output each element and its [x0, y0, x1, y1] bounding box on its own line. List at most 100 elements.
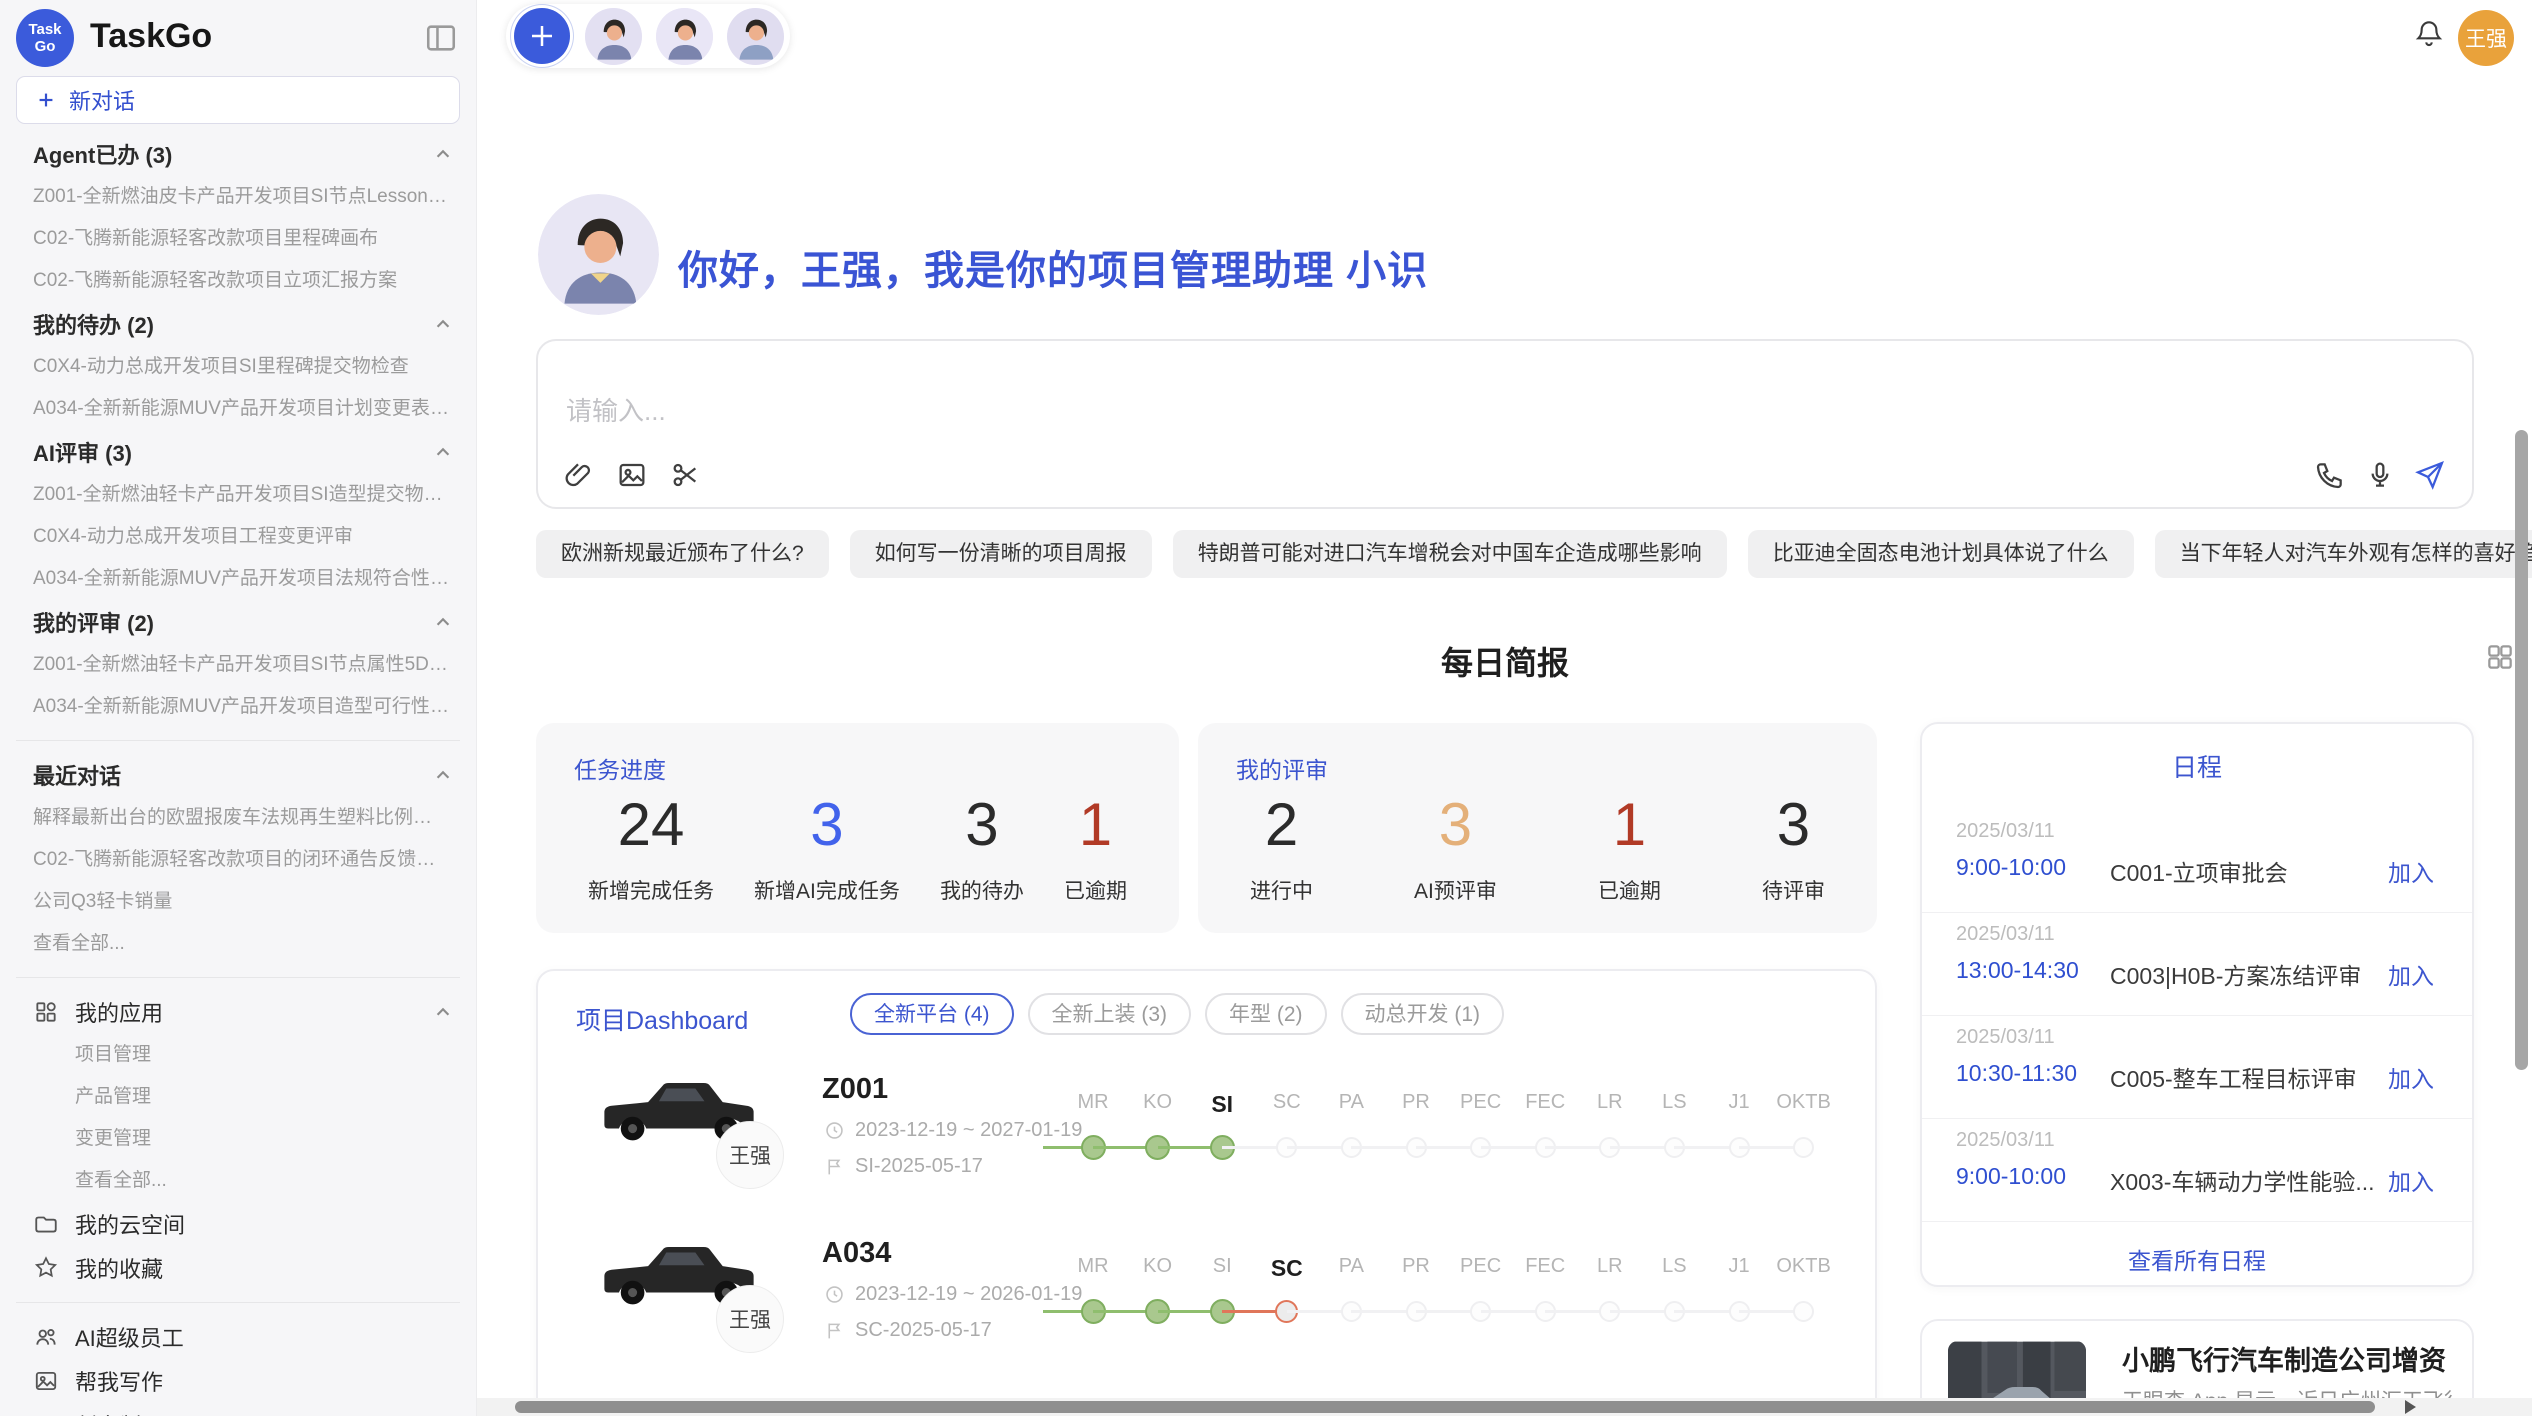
stat-value: 3 — [1762, 789, 1825, 861]
stat-value: 3 — [1414, 789, 1497, 861]
horizontal-scrollbar-thumb[interactable] — [515, 1401, 2375, 1413]
composer-placeholder: 请输入... — [566, 391, 666, 428]
conversation-item[interactable]: A034-全新新能源MUV产品开发项目造型可行性评审 — [16, 686, 460, 728]
project-owner-badge: 王强 — [716, 1121, 784, 1189]
new-chat-button[interactable]: 新对话 — [16, 76, 460, 124]
chevron-up-icon — [430, 609, 456, 635]
event-time: 9:00-10:00 — [1956, 854, 2066, 881]
suggestion-chip[interactable]: 如何写一份清晰的项目周报 — [850, 530, 1152, 578]
app-sub-item[interactable]: 产品管理 — [16, 1076, 460, 1118]
recent-conversation-item[interactable]: 解释最新出台的欧盟报废车法规再生塑料比例被调至15%... — [16, 797, 460, 839]
suggestion-chip[interactable]: 特朗普可能对进口汽车增税会对中国车企造成哪些影响 — [1173, 530, 1727, 578]
sidebar-section-0: Agent已办 (3) — [16, 132, 460, 176]
sidebar-link-0[interactable]: 我的云空间 — [16, 1202, 460, 1246]
join-link[interactable]: 加入 — [2388, 957, 2434, 991]
conversation-item[interactable]: C0X4-动力总成开发项目SI里程碑提交物检查 — [16, 346, 460, 388]
send-icon[interactable] — [2414, 459, 2446, 491]
event-title: C001-立项审批会 — [2110, 854, 2288, 888]
project-code[interactable]: A034 — [822, 1237, 891, 1270]
stat-card-title: 任务进度 — [574, 751, 1179, 785]
dashboard-tab[interactable]: 动总开发 (1) — [1341, 993, 1505, 1035]
scroll-right-arrow-icon[interactable] — [2405, 1400, 2416, 1414]
conversation-item[interactable]: C0X4-动力总成开发项目工程变更评审 — [16, 516, 460, 558]
schedule-title: 日程 — [1922, 748, 2472, 784]
conversation-item[interactable]: Z001-全新燃油轻卡产品开发项目SI节点属性5D文件评审 — [16, 644, 460, 686]
sidebar-section-1-label: 我的待办 (2) — [33, 308, 154, 340]
sidebar-tool-1[interactable]: 帮我写作 — [16, 1359, 460, 1403]
join-link[interactable]: 加入 — [2388, 1060, 2434, 1094]
stat-value: 24 — [588, 789, 714, 861]
app-sub-item[interactable]: 查看全部... — [16, 1160, 460, 1202]
app-sub-item[interactable]: 项目管理 — [16, 1034, 460, 1076]
sidebar-section-3-label: 我的评审 (2) — [33, 606, 154, 638]
suggestion-chip[interactable]: 比亚迪全固态电池计划具体说了什么 — [1748, 530, 2134, 578]
vertical-scrollbar-thumb[interactable] — [2515, 430, 2528, 1070]
stat-item: 3我的待办 — [940, 789, 1024, 905]
dashboard-tabs: 全新平台 (4) 全新上装 (3) 年型 (2) 动总开发 (1) — [850, 993, 1504, 1035]
stat-value: 2 — [1250, 789, 1313, 861]
task-progress-card: 任务进度24新增完成任务3新增AI完成任务3我的待办1已逾期 — [536, 723, 1179, 933]
session-avatar[interactable] — [656, 8, 713, 65]
app-sub-item[interactable]: 变更管理 — [16, 1118, 460, 1160]
conversation-item[interactable]: Z001-全新燃油轻卡产品开发项目SI造型提交物评审 — [16, 474, 460, 516]
plus-icon — [527, 21, 557, 51]
logo-line2: Go — [35, 38, 56, 55]
recent-conversation-item[interactable]: C02-飞腾新能源轻客改款项目的闭环通告反馈情况 — [16, 839, 460, 881]
flag-icon — [824, 1156, 845, 1177]
stat-label: 进行中 — [1250, 875, 1313, 905]
milestone-dot[interactable] — [1793, 1301, 1814, 1322]
app-logo: Task Go — [16, 9, 74, 67]
dashboard-tab[interactable]: 全新平台 (4) — [850, 993, 1014, 1035]
sidebar-tool-label: 帮我写作 — [75, 1365, 456, 1397]
conversation-item[interactable]: A034-全新新能源MUV产品开发项目法规符合性评审 — [16, 558, 460, 600]
chevron-up-icon — [430, 439, 456, 465]
conversation-item[interactable]: Z001-全新燃油皮卡产品开发项目SI节点Lesson Learn报告 — [16, 176, 460, 218]
milestone-dot[interactable] — [1793, 1137, 1814, 1158]
session-avatar[interactable] — [727, 8, 784, 65]
sidebar: Task Go TaskGo 新对话 Agent已办 (3)Z001-全新燃油皮… — [0, 0, 477, 1416]
phone-icon[interactable] — [2314, 459, 2346, 491]
conversation-item[interactable]: C02-飞腾新能源轻客改款项目里程碑画布 — [16, 218, 460, 260]
join-link[interactable]: 加入 — [2388, 1163, 2434, 1197]
dashboard-tab[interactable]: 年型 (2) — [1205, 993, 1327, 1035]
image-icon[interactable] — [616, 459, 648, 491]
grid-icon[interactable] — [2484, 641, 2516, 673]
sidebar-item-my-apps[interactable]: 我的应用 — [16, 990, 460, 1034]
project-code[interactable]: Z001 — [822, 1073, 888, 1106]
mic-icon[interactable] — [2364, 459, 2396, 491]
join-link[interactable]: 加入 — [2388, 854, 2434, 888]
recent-conversation-item[interactable]: 公司Q3轻卡销量 — [16, 881, 460, 923]
scissors-icon[interactable] — [670, 459, 702, 491]
dashboard-tab[interactable]: 全新上装 (3) — [1028, 993, 1192, 1035]
my-apps-label: 我的应用 — [75, 996, 414, 1028]
sidebar-section-1: 我的待办 (2) — [16, 302, 460, 346]
horizontal-scrollbar[interactable] — [477, 1398, 2532, 1416]
collapse-sidebar-icon[interactable] — [424, 21, 458, 55]
paperclip-icon[interactable] — [562, 459, 594, 491]
stat-label: 新增AI完成任务 — [754, 875, 900, 905]
bell-icon[interactable] — [2413, 17, 2445, 49]
suggestion-chip[interactable]: 欧洲新规最近颁布了什么? — [536, 530, 829, 578]
sidebar-link-1[interactable]: 我的收藏 — [16, 1246, 460, 1290]
conversation-item[interactable]: A034-全新新能源MUV产品开发项目计划变更表编写 — [16, 388, 460, 430]
recent-conversation-item[interactable]: 查看全部... — [16, 923, 460, 965]
sidebar-tool-0[interactable]: AI超级员工 — [16, 1315, 460, 1359]
sidebar-section-2-label: AI评审 (3) — [33, 436, 132, 468]
sidebar-tool-2[interactable]: 创意制图 — [16, 1403, 460, 1416]
event-title: C003|H0B-方案冻结评审 — [2110, 957, 2361, 991]
schedule-event-row: 2025/03/1113:00-14:30C003|H0B-方案冻结评审加入 — [1922, 913, 2472, 1016]
event-time: 13:00-14:30 — [1956, 957, 2079, 984]
milestone-label: OKTB — [1764, 1091, 1844, 1114]
chat-composer[interactable]: 请输入... — [536, 339, 2474, 509]
view-all-schedule-link[interactable]: 查看所有日程 — [1922, 1242, 2472, 1276]
user-avatar[interactable]: 王强 — [2458, 10, 2514, 66]
stat-row: 24新增完成任务3新增AI完成任务3我的待办1已逾期 — [536, 789, 1179, 905]
sidebar-link-label: 我的收藏 — [75, 1252, 456, 1284]
sidebar-tool-label: AI超级员工 — [75, 1321, 456, 1353]
session-avatar[interactable] — [585, 8, 642, 65]
people-icon — [33, 1324, 59, 1350]
conversation-item[interactable]: C02-飞腾新能源轻客改款项目立项汇报方案 — [16, 260, 460, 302]
suggestion-chip[interactable]: 当下年轻人对汽车外观有怎样的喜好趋势 — [2155, 530, 2532, 578]
schedule-card: 日程 2025/03/119:00-10:00C001-立项审批会加入2025/… — [1920, 722, 2474, 1287]
new-session-button[interactable] — [514, 8, 570, 64]
